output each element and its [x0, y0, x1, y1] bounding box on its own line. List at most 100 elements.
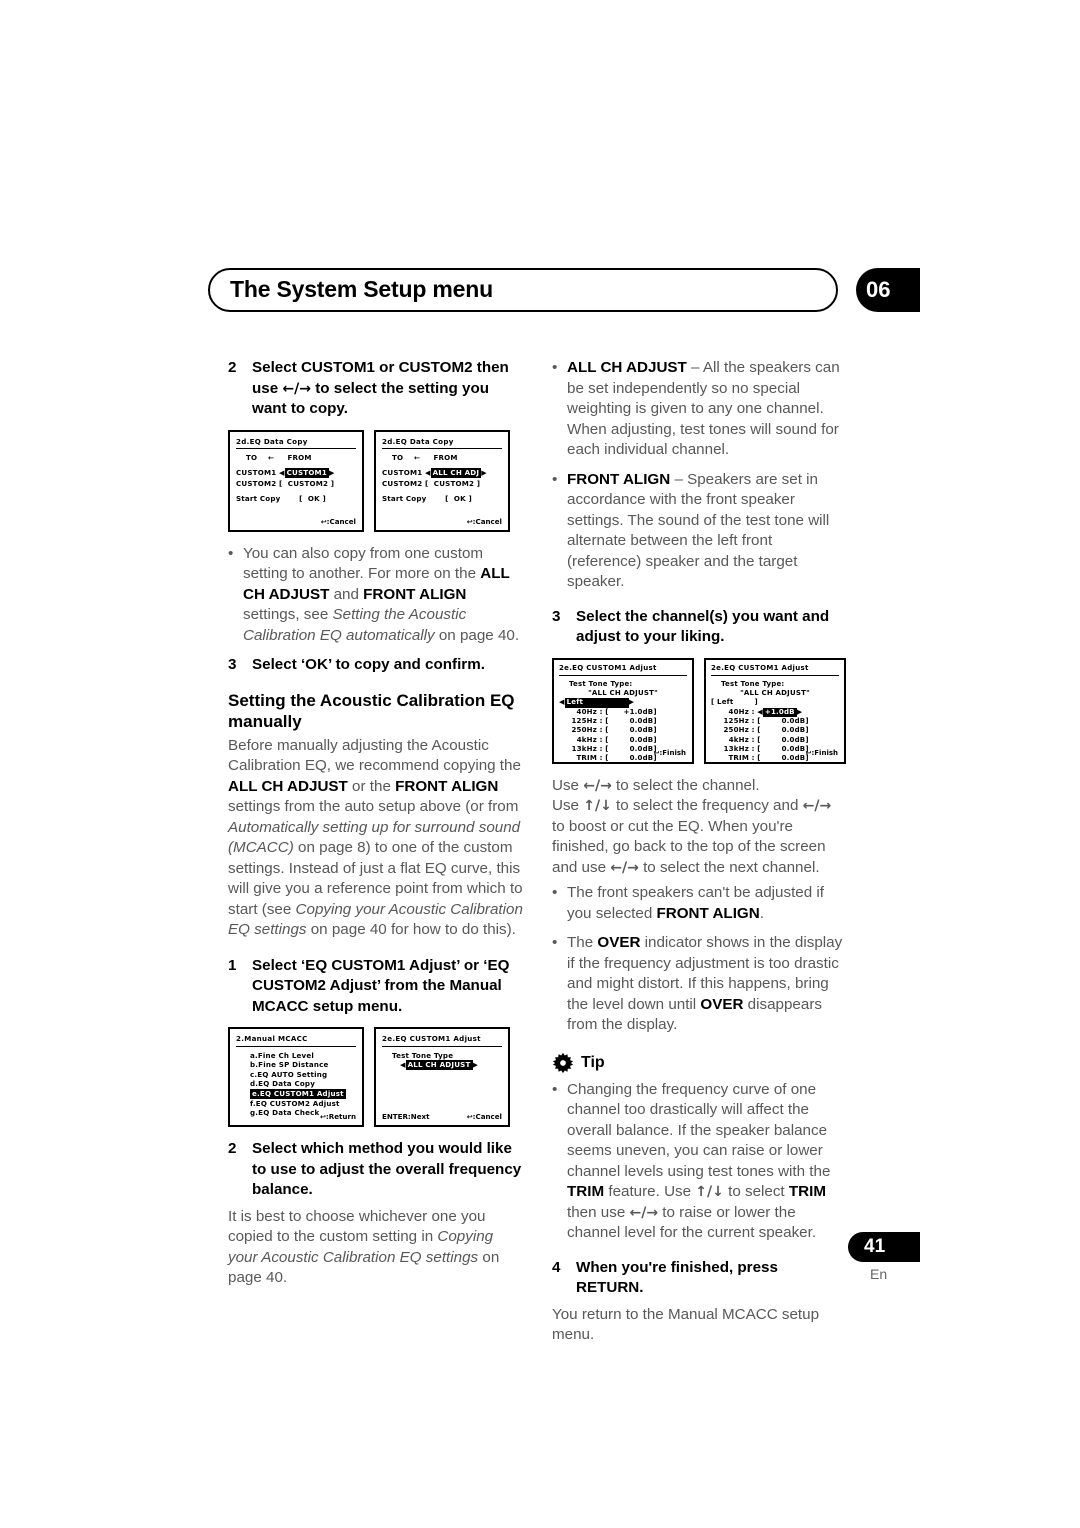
emphasis-all-ch-adjust: ALL CH ADJUST: [567, 359, 687, 376]
text: Use: [552, 797, 584, 814]
lcd-band-frequency: 13kHz: [723, 744, 749, 753]
divider: [711, 674, 839, 676]
lcd-test-tone-type: 2e.EQ CUSTOM1 Adjust Test Tone Type ◀ ALL…: [374, 1027, 510, 1127]
lcd-band-row[interactable]: 250Hz : [ 0.0dB]: [559, 726, 687, 735]
lcd-menu-item[interactable]: c.EQ AUTO Setting: [250, 1070, 356, 1080]
emphasis-front-align: FRONT ALIGN: [363, 585, 467, 603]
lcd-band-row[interactable]: 125Hz : [ 0.0dB]: [559, 717, 687, 726]
lcd-band-value: 0.0dB: [629, 716, 654, 725]
lcd-menu-item[interactable]: b.Fine SP Distance: [250, 1060, 356, 1070]
lcd-menu-list: a.Fine Ch Level b.Fine SP Distance c.EQ AU…: [236, 1051, 356, 1118]
lcd-row-custom1: CUSTOM1 ◀ CUSTOM1 ▶: [236, 468, 356, 478]
text: to select the frequency and: [611, 797, 803, 814]
lcd-label-test-tone: Test Tone Type:: [721, 679, 785, 688]
figure-manual-mcacc: 2.Manual MCACC a.Fine Ch Level b.Fine SP …: [228, 1027, 524, 1127]
step-2-copy: 2 Select CUSTOM1 or CUSTOM2 then use ←/→ …: [228, 358, 524, 420]
lcd-menu-item-selected[interactable]: e.EQ CUSTOM1 Adjust: [250, 1088, 346, 1099]
text: settings from the auto setup above (or f…: [228, 798, 519, 815]
step-text: Select the channel(s) you want and adjus…: [576, 607, 830, 646]
lcd-band-value: 0.0dB: [629, 726, 654, 735]
arrow-left-right-icon: ←/→: [802, 798, 832, 814]
text: Use: [552, 776, 584, 794]
lcd-band-row[interactable]: 4kHz : [ 0.0dB]: [711, 736, 839, 745]
figure-eq-custom-adjust: 2e.EQ CUSTOM1 Adjust Test Tone Type: "AL…: [552, 657, 848, 764]
row-label: CUSTOM1: [382, 468, 423, 478]
step-3-confirm: 3 Select ‘OK’ to copy and confirm.: [228, 655, 524, 676]
instruction-select-channel: Use ←/→ to select the channel.: [552, 776, 848, 797]
lcd-band-row[interactable]: 125Hz : [ 0.0dB]: [711, 717, 839, 726]
text: feature. Use: [604, 1183, 696, 1200]
step-number: 2: [228, 359, 237, 376]
emphasis-front-align: FRONT ALIGN: [656, 904, 760, 922]
lcd-band-row[interactable]: 40Hz : [ +1.0dB]: [559, 708, 687, 717]
lcd-menu-item[interactable]: e.EQ CUSTOM1 Adjust: [250, 1088, 356, 1099]
arrow-up-down-icon: ↑/↓: [695, 1184, 724, 1200]
lcd-band-frequency: 125Hz: [571, 716, 597, 725]
lcd-band-row[interactable]: 4kHz : [ 0.0dB]: [559, 736, 687, 745]
row-value: OK: [453, 494, 466, 504]
bullet-dot: •: [552, 1080, 558, 1098]
section-heading-manual: Setting the Acoustic Calibration EQ manu…: [228, 690, 515, 731]
lcd-tone-type-value: "ALL CH ADJUST": [588, 689, 658, 698]
lcd-band-frequency: 250Hz: [723, 726, 749, 735]
arrow-left-right-icon: ←/→: [583, 777, 612, 794]
lcd-title: 2e.EQ CUSTOM1 Adjust: [711, 663, 809, 672]
lcd-row-custom2: CUSTOM2 [ CUSTOM2 ]: [382, 478, 481, 488]
bullet-all-ch-adjust: • ALL CH ADJUST – All the speakers can be…: [552, 358, 848, 461]
step-number: 3: [228, 656, 237, 673]
emphasis-front-align: FRONT ALIGN: [395, 777, 499, 795]
tip-label: Tip: [581, 1053, 605, 1071]
page-title: The System Setup menu: [230, 276, 493, 302]
arrow-left-right-icon: ←/→: [610, 859, 639, 876]
lcd-band-row[interactable]: 40Hz : ◀ +1.0dB ▶: [711, 707, 839, 717]
arrow-left-right-icon: ←/→: [629, 1204, 659, 1221]
bullet-dot: •: [552, 934, 558, 951]
lcd-band-value: 0.0dB: [781, 716, 806, 725]
left-column: 2 Select CUSTOM1 or CUSTOM2 then use ←/→ …: [228, 358, 524, 1289]
lcd-channel-row: ◀ Left ▶: [559, 698, 687, 708]
arrow-left-right-icon: ←/→: [282, 380, 311, 397]
instruction-select-frequency: Use ↑/↓ to select the frequency and ←/→ …: [552, 796, 848, 878]
step-text: When you're finished, press RETURN.: [576, 1258, 778, 1297]
lcd-title: 2d.EQ Data Copy: [236, 436, 308, 446]
row-value-selected: ALL CH ADJ: [430, 468, 482, 478]
row-label: CUSTOM2: [382, 478, 423, 488]
lcd-band-frequency: 4kHz: [576, 735, 597, 744]
arrow-right-icon: ▶: [628, 698, 635, 707]
step-number: 1: [228, 956, 237, 974]
step-3-select-channels: 3 Select the channel(s) you want and adju…: [552, 607, 848, 648]
lcd-band-value-selected[interactable]: +1.0dB: [762, 707, 797, 717]
bullet-copy-custom: • You can also copy from one custom setti…: [228, 544, 524, 647]
text: to select the next channel.: [638, 858, 820, 876]
text: on page 40 for how to do this).: [306, 921, 516, 938]
lcd-menu-item[interactable]: a.Fine Ch Level: [250, 1051, 356, 1061]
lcd-footer: ↩:Finish: [805, 749, 838, 758]
text: or the: [347, 777, 396, 795]
row-value: CUSTOM2: [287, 478, 329, 488]
manual-page: The System Setup menu 06 2 Select CUSTOM1…: [0, 0, 1080, 1528]
figure-eq-data-copy: 2d.EQ Data Copy TO ← FROM CUSTOM1 ◀ CUSTO…: [228, 429, 524, 532]
bullet-dot: •: [552, 470, 558, 488]
emphasis-over: OVER: [597, 934, 641, 951]
lcd-footer: ↩:Finish: [653, 749, 686, 758]
divider: [236, 1045, 356, 1047]
lcd-band-frequency: 40Hz: [576, 707, 597, 716]
lcd-channel-row: [ Left ]: [711, 698, 758, 707]
row-value-selected: CUSTOM1: [284, 468, 329, 478]
lcd-channel: Left: [717, 698, 734, 707]
language-code: En: [870, 1266, 888, 1282]
lcd-manual-mcacc-menu: 2.Manual MCACC a.Fine Ch Level b.Fine SP …: [228, 1027, 364, 1127]
lcd-band-row[interactable]: 250Hz : [ 0.0dB]: [711, 726, 839, 735]
lcd-value-row: ◀ ALL CH ADJUST ▶: [382, 1060, 502, 1071]
row-value: OK: [307, 494, 320, 504]
lcd-band-value: 0.0dB: [781, 754, 806, 763]
lcd-value-selected: ALL CH ADJUST: [405, 1060, 473, 1070]
lcd-footer: ↩:Cancel: [320, 517, 356, 527]
lcd-eq-data-copy-2: 2d.EQ Data Copy TO ← FROM CUSTOM1 ◀ ALL C…: [374, 429, 510, 532]
lcd-band-value: 0.0dB: [629, 754, 654, 763]
step-4-finish: 4 When you're finished, press RETURN.: [552, 1258, 848, 1299]
step-2-select-method: 2 Select which method you would like to u…: [228, 1139, 524, 1201]
bullet-front-speakers: • The front speakers can't be adjusted if…: [552, 883, 848, 924]
lcd-menu-item[interactable]: d.EQ Data Copy: [250, 1079, 356, 1089]
lcd-menu-item[interactable]: f.EQ CUSTOM2 Adjust: [250, 1099, 356, 1109]
